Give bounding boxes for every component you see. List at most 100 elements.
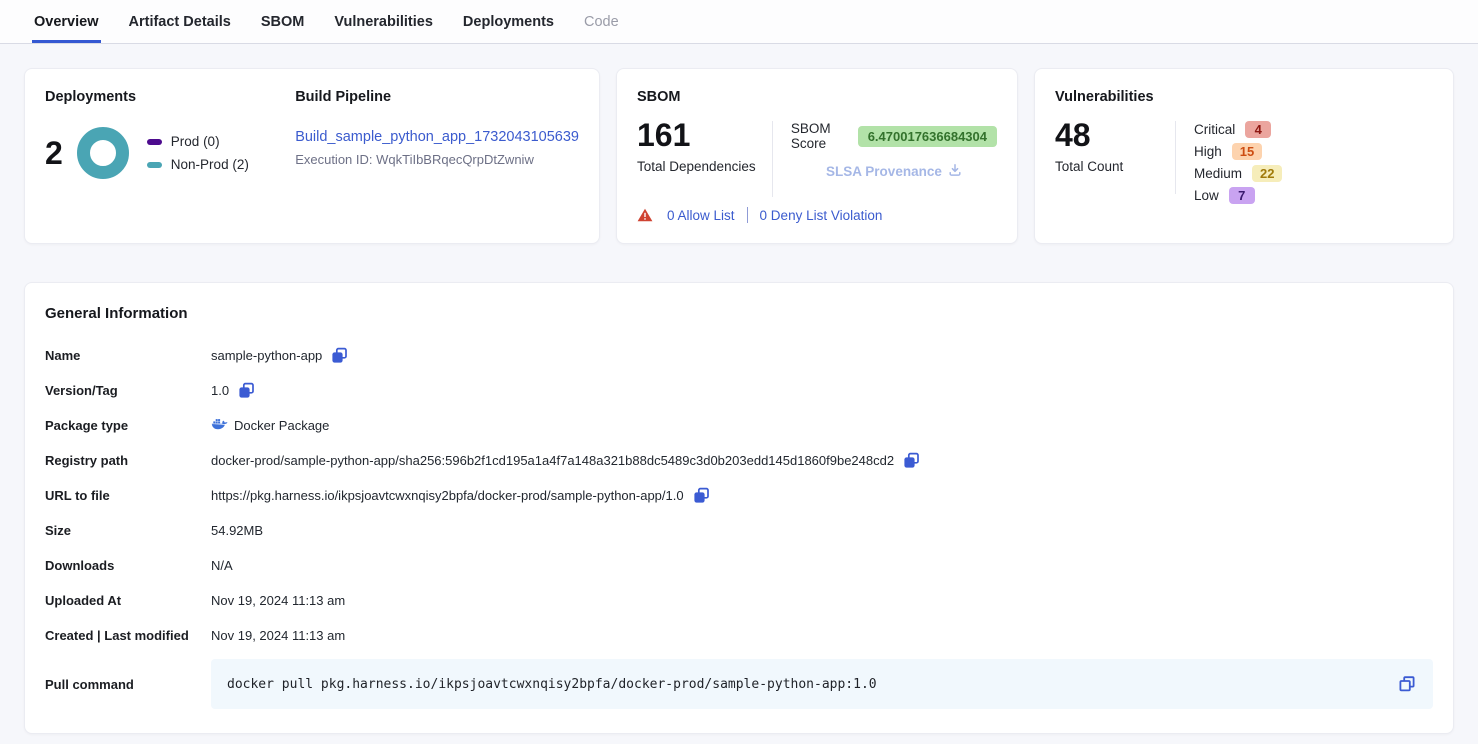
- row-name: Name sample-python-app: [45, 338, 1433, 373]
- sbom-policy-links: 0 Allow List 0 Deny List Violation: [637, 207, 997, 223]
- created-modified-label: Created | Last modified: [45, 628, 211, 643]
- package-type-value: Docker Package: [234, 418, 329, 433]
- prod-legend-label: Prod (0): [171, 134, 220, 149]
- pull-command-box: docker pull pkg.harness.io/ikpsjoavtcwxn…: [211, 659, 1433, 709]
- name-label: Name: [45, 348, 211, 363]
- row-pull-command: Pull command docker pull pkg.harness.io/…: [45, 659, 1433, 709]
- size-label: Size: [45, 523, 211, 538]
- tab-sbom[interactable]: SBOM: [259, 0, 307, 43]
- tab-overview[interactable]: Overview: [32, 0, 101, 43]
- warning-icon: [637, 208, 653, 222]
- downloads-value: N/A: [211, 558, 233, 573]
- downloads-label: Downloads: [45, 558, 211, 573]
- uploaded-at-label: Uploaded At: [45, 593, 211, 608]
- legend-item-prod: Prod (0): [147, 134, 249, 149]
- deployments-donut-chart: [77, 127, 129, 179]
- sbom-total-label: Total Dependencies: [637, 159, 772, 174]
- deployments-section: Deployments 2 Prod (0) Non-Prod (2): [45, 89, 291, 223]
- high-label: High: [1194, 144, 1222, 159]
- row-registry-path: Registry path docker-prod/sample-python-…: [45, 443, 1433, 478]
- row-version: Version/Tag 1.0: [45, 373, 1433, 408]
- sbom-total-block: 161 Total Dependencies: [637, 119, 772, 207]
- sbom-score-block: SBOM Score 6.470017636684304 SLSA Proven…: [791, 119, 997, 207]
- nonprod-legend-marker: [147, 162, 162, 168]
- low-count-badge: 7: [1229, 187, 1255, 204]
- created-modified-value: Nov 19, 2024 11:13 am: [211, 628, 345, 643]
- row-size: Size 54.92MB: [45, 513, 1433, 548]
- sbom-title: SBOM: [637, 89, 997, 105]
- deny-list-link[interactable]: 0 Deny List Violation: [760, 208, 883, 223]
- vuln-divider: [1175, 121, 1176, 194]
- medium-count-badge: 22: [1252, 165, 1282, 182]
- deployments-chart: 2 Prod (0) Non-Prod (2): [45, 127, 291, 179]
- copy-registry-path-button[interactable]: [902, 451, 921, 470]
- deployments-legend: Prod (0) Non-Prod (2): [147, 134, 249, 172]
- general-information-card: General Information Name sample-python-a…: [24, 282, 1454, 734]
- build-pipeline-title: Build Pipeline: [295, 89, 579, 105]
- copy-pull-command-button[interactable]: [1397, 674, 1417, 694]
- deployments-total: 2: [45, 137, 63, 169]
- name-value: sample-python-app: [211, 348, 322, 363]
- vulnerabilities-metrics: 48 Total Count Critical 4 High 15 Medium: [1055, 119, 1433, 204]
- pull-command-label: Pull command: [45, 677, 211, 692]
- pipeline-link[interactable]: Build_sample_python_app_1732043105639: [295, 129, 579, 145]
- tab-artifact-details[interactable]: Artifact Details: [127, 0, 233, 43]
- general-information-title: General Information: [45, 305, 1433, 322]
- copy-name-button[interactable]: [330, 346, 349, 365]
- copy-icon: [237, 381, 256, 400]
- severity-row-low: Low 7: [1194, 187, 1282, 204]
- tab-deployments[interactable]: Deployments: [461, 0, 556, 43]
- row-downloads: Downloads N/A: [45, 548, 1433, 583]
- package-type-label: Package type: [45, 418, 211, 433]
- sbom-card: SBOM 161 Total Dependencies SBOM Score 6…: [616, 68, 1018, 244]
- tab-code: Code: [582, 0, 621, 43]
- copy-version-button[interactable]: [237, 381, 256, 400]
- sbom-total: 161: [637, 119, 772, 151]
- pull-command-value: docker pull pkg.harness.io/ikpsjoavtcwxn…: [227, 677, 1397, 692]
- prod-legend-marker: [147, 139, 162, 145]
- medium-label: Medium: [1194, 166, 1242, 181]
- low-label: Low: [1194, 188, 1219, 203]
- sbom-score-label: SBOM Score: [791, 121, 848, 151]
- general-information-rows: Name sample-python-app Version/Tag 1.0: [45, 338, 1433, 709]
- row-package-type: Package type Docker Package: [45, 408, 1433, 443]
- tab-vulnerabilities[interactable]: Vulnerabilities: [332, 0, 435, 43]
- sbom-score-badge: 6.470017636684304: [858, 126, 997, 147]
- critical-label: Critical: [1194, 122, 1235, 137]
- sbom-score-row: SBOM Score 6.470017636684304: [791, 121, 997, 151]
- severity-row-medium: Medium 22: [1194, 165, 1282, 182]
- deployments-title: Deployments: [45, 89, 291, 105]
- execution-id: Execution ID: WqkTiIbBRqecQrpDtZwniw: [295, 152, 579, 167]
- tab-bar: Overview Artifact Details SBOM Vulnerabi…: [0, 0, 1478, 44]
- copy-icon: [692, 486, 711, 505]
- version-value: 1.0: [211, 383, 229, 398]
- policy-links-divider: [747, 207, 748, 223]
- row-created-modified: Created | Last modified Nov 19, 2024 11:…: [45, 618, 1433, 653]
- vuln-total-block: 48 Total Count: [1055, 119, 1175, 204]
- allow-list-link[interactable]: 0 Allow List: [667, 208, 735, 223]
- copy-icon: [902, 451, 921, 470]
- registry-path-label: Registry path: [45, 453, 211, 468]
- sbom-metrics: 161 Total Dependencies SBOM Score 6.4700…: [637, 119, 997, 207]
- build-pipeline-section: Build Pipeline Build_sample_python_app_1…: [291, 89, 579, 223]
- url-value: https://pkg.harness.io/ikpsjoavtcwxnqisy…: [211, 488, 684, 503]
- version-label: Version/Tag: [45, 383, 211, 398]
- row-url: URL to file https://pkg.harness.io/ikpsj…: [45, 478, 1433, 513]
- page-content: Deployments 2 Prod (0) Non-Prod (2): [0, 44, 1478, 734]
- row-uploaded-at: Uploaded At Nov 19, 2024 11:13 am: [45, 583, 1433, 618]
- legend-item-nonprod: Non-Prod (2): [147, 157, 249, 172]
- slsa-provenance-label: SLSA Provenance: [826, 164, 942, 179]
- severity-row-high: High 15: [1194, 143, 1282, 160]
- severity-list: Critical 4 High 15 Medium 22 Low 7: [1194, 119, 1282, 204]
- severity-row-critical: Critical 4: [1194, 121, 1282, 138]
- deployments-card: Deployments 2 Prod (0) Non-Prod (2): [24, 68, 600, 244]
- copy-icon: [330, 346, 349, 365]
- size-value: 54.92MB: [211, 523, 263, 538]
- copy-url-button[interactable]: [692, 486, 711, 505]
- download-icon: [948, 163, 962, 180]
- slsa-provenance-link[interactable]: SLSA Provenance: [791, 163, 997, 180]
- sbom-divider: [772, 121, 773, 197]
- vuln-total: 48: [1055, 119, 1175, 151]
- high-count-badge: 15: [1232, 143, 1262, 160]
- critical-count-badge: 4: [1245, 121, 1271, 138]
